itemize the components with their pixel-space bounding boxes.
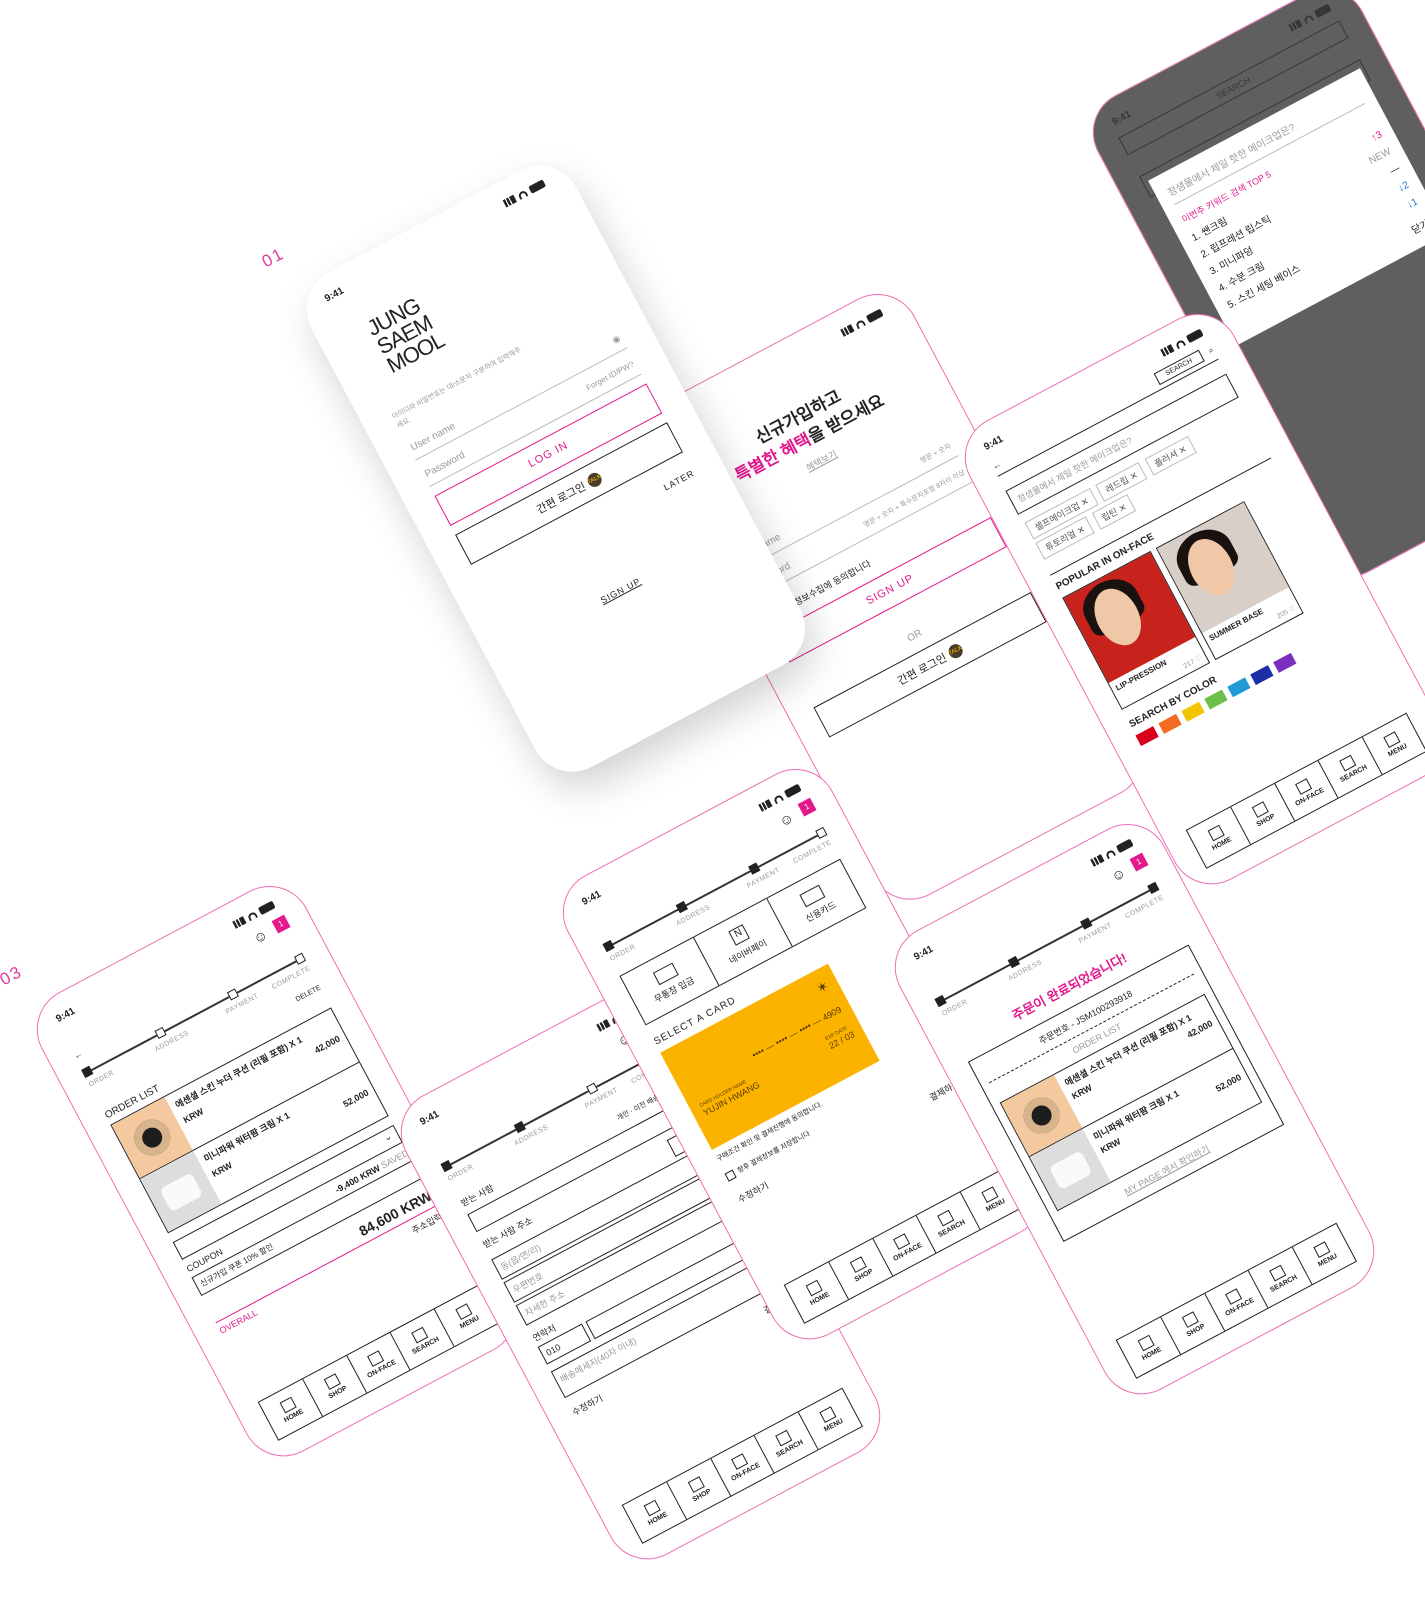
kakao-icon: TALK <box>945 641 965 661</box>
bottom-nav: HOME SHOP ON-FACE SEARCH MENU <box>257 1284 500 1441</box>
like-count: 205 <box>1276 608 1290 621</box>
color-swatch[interactable] <box>1135 726 1159 747</box>
bottom-nav: HOME SHOP ON-FACE SEARCH MENU <box>621 1387 864 1544</box>
chat-icon[interactable]: ☺ <box>776 809 796 830</box>
cart-icon[interactable]: 1 <box>1129 852 1149 872</box>
kakao-icon: TALK <box>584 470 604 490</box>
cart-icon[interactable]: 1 <box>271 914 291 934</box>
chat-icon[interactable]: ☺ <box>1108 864 1128 885</box>
search-icon[interactable]: ⌕ <box>1206 344 1216 356</box>
edit-button[interactable]: 수정하기 <box>570 1391 605 1418</box>
color-swatch[interactable] <box>1273 652 1297 673</box>
naver-icon: N <box>728 923 750 946</box>
chat-icon[interactable]: ☺ <box>250 926 270 947</box>
card-number-end: 4909 <box>820 1004 844 1023</box>
section-number-03: 03 <box>0 961 26 990</box>
bottom-nav: HOME SHOP ON-FACE SEARCH MENU <box>783 1167 1026 1324</box>
save-checkbox[interactable] <box>724 1169 737 1182</box>
like-count: 217 <box>1182 658 1197 671</box>
status-time: 9:41 <box>982 433 1005 453</box>
tag-chip[interactable]: 립틴 ✕ <box>1091 494 1137 530</box>
bottom-nav: HOME SHOP ON-FACE SEARCH MENU <box>1115 1222 1358 1379</box>
color-swatch[interactable] <box>1227 677 1251 698</box>
chevron-down-icon: ⌄ <box>382 1130 394 1144</box>
back-icon[interactable]: ← <box>72 1048 85 1061</box>
bottom-nav: HOME SHOP ON-FACE SEARCH MENU <box>1185 712 1425 869</box>
eye-icon[interactable]: ◉ <box>610 333 622 346</box>
color-swatch[interactable] <box>1158 713 1182 734</box>
cart-icon[interactable]: 1 <box>797 797 817 817</box>
heart-icon[interactable]: ♡ <box>1288 605 1297 614</box>
edit-button[interactable]: 수정하기 <box>735 1179 770 1206</box>
color-swatch[interactable] <box>1181 701 1205 722</box>
color-swatch[interactable] <box>1250 665 1274 686</box>
section-number-01: 01 <box>258 243 288 272</box>
option-same[interactable]: 개인 <box>616 1110 631 1122</box>
heart-icon[interactable]: ♡ <box>1195 655 1204 664</box>
color-swatch[interactable] <box>1204 689 1228 710</box>
back-icon[interactable]: ← <box>990 458 1003 471</box>
